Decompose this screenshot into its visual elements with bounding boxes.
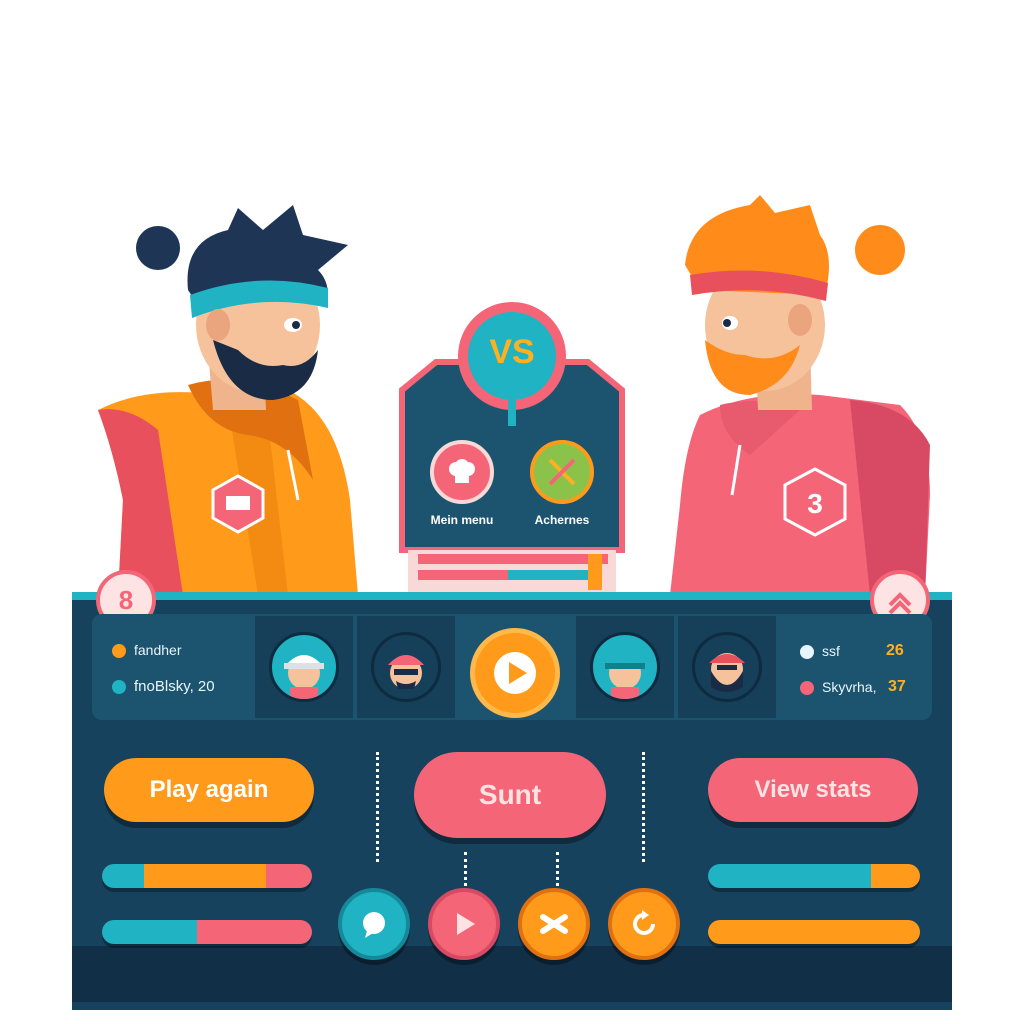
view-stats-button[interactable]: View stats [708,758,918,822]
right-progress-bar-2 [708,920,920,944]
right-stat-2-value: 37 [888,678,906,695]
right-stat-1: ssf [822,643,840,659]
refresh-icon [633,910,655,935]
play-icon [494,652,536,694]
achievements-label: Achernes [534,513,590,527]
right-stat-2: Skyvrha, [822,679,877,695]
play-again-button[interactable]: Play again [104,758,314,822]
refresh-button[interactable] [608,888,680,960]
avatar-3[interactable] [590,632,660,702]
left-stat-2: fnoBlsky, 20 [134,678,215,695]
right-stat-icon-2 [800,681,814,695]
chat-button[interactable] [338,888,410,960]
crossed-swords-icon [548,458,576,486]
guide-line [376,752,379,862]
crossed-arrows-icon [888,592,912,615]
main-menu-icon-button[interactable] [430,440,494,504]
right-jacket-badge-number: 3 [807,488,823,519]
chat-bubble-icon [363,912,385,938]
avatar-1[interactable] [269,632,339,702]
left-progress-bar-1 [102,864,312,888]
vs-label: VS [489,333,535,371]
right-stat-1-value: 26 [886,642,904,659]
center-play-button[interactable] [470,628,560,718]
left-stat-icon-1 [112,644,126,658]
left-progress-bar-2 [102,920,312,944]
crossed-bones-button[interactable] [518,888,590,960]
avatar-2[interactable] [371,632,441,702]
guide-line [642,752,645,862]
right-stat-icon-1 [800,645,814,659]
chef-hat-icon [449,459,475,483]
avatar-4[interactable] [692,632,762,702]
guide-line [556,852,559,886]
left-stat-icon-2 [112,680,126,694]
achievements-icon-button[interactable] [530,440,594,504]
guide-line [464,852,467,886]
crossed-bones-icon [540,914,568,934]
play-icon [457,913,475,935]
right-progress-bar-1 [708,864,920,888]
panel-footer [72,946,952,1002]
play-round-button[interactable] [428,888,500,960]
left-player-character [98,205,358,595]
main-menu-label: Mein menu [430,513,494,527]
right-player-character [670,195,930,595]
left-stat-1: fandher [134,642,182,658]
start-button[interactable]: Sunt [414,752,606,838]
